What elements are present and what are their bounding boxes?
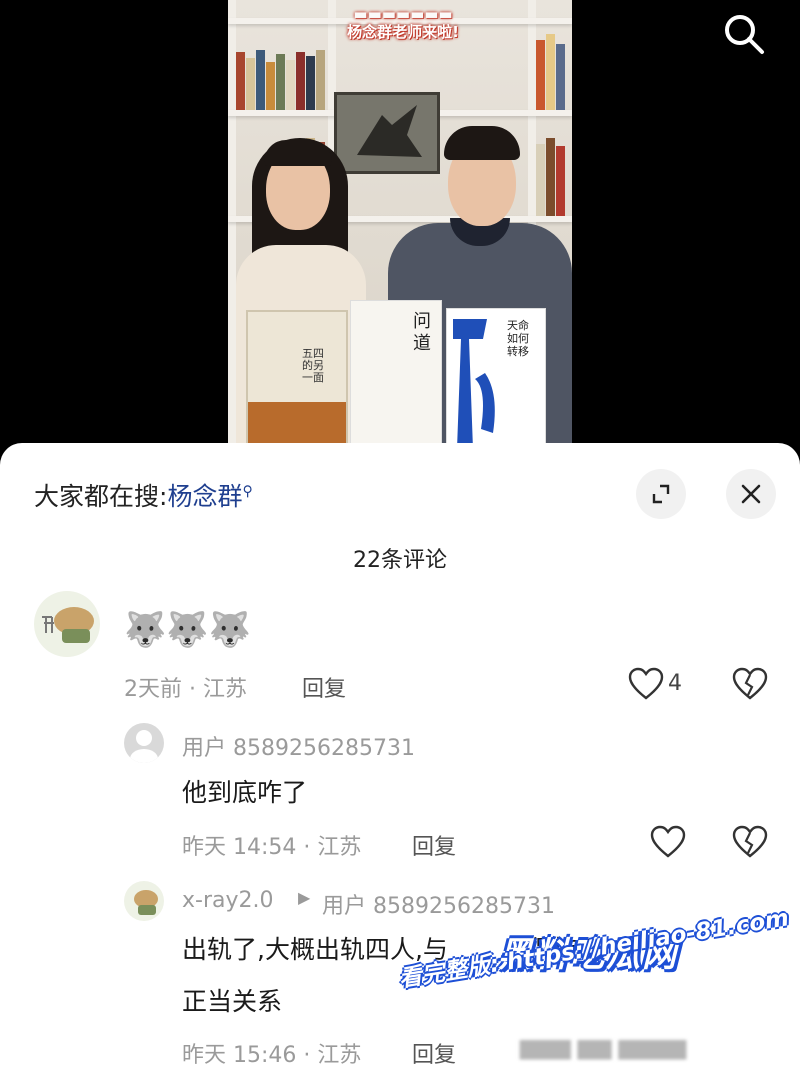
shelf-column <box>228 0 236 450</box>
avatar[interactable] <box>124 881 164 921</box>
hot-search-prefix: 大家都在搜: <box>34 482 168 511</box>
comment-time-location: 2天前 · 江苏 <box>124 677 247 702</box>
reply-to-username[interactable]: 用户 8589256285731 <box>322 888 555 920</box>
books-row <box>536 30 572 110</box>
reply-arrow-icon: ▶ <box>298 888 311 907</box>
reply-button[interactable]: 回复 <box>302 671 346 703</box>
search-icon[interactable] <box>718 8 768 58</box>
book-cover: 问道 <box>350 300 442 450</box>
reply-text-line2: 正当关系 <box>182 987 283 1016</box>
hot-search-keyword[interactable]: 杨念群 <box>167 482 242 511</box>
close-icon <box>741 484 761 504</box>
reply-username[interactable]: x-ray2.0 <box>182 888 274 913</box>
broken-heart-icon <box>732 667 768 700</box>
reply-button[interactable]: 回复 <box>412 829 456 861</box>
reply-button[interactable]: 回复 <box>412 1037 456 1069</box>
close-button[interactable] <box>726 469 776 519</box>
like-button[interactable] <box>628 667 664 705</box>
blurred-text: ▆▆▆ ▆▆ ▆▆▆▆ <box>520 1035 687 1060</box>
avatar[interactable] <box>124 723 164 763</box>
search-small-icon: ⚲ <box>242 483 253 500</box>
reply-time-location: 昨天 14:54 · 江苏 <box>182 835 362 860</box>
reply-text: 他到底咋了 <box>182 778 308 807</box>
book-cover: 五四的另一面 <box>246 310 348 450</box>
video-banner: ▬▬▬▬▬▬▬ 杨念群老师来啦! <box>347 5 459 41</box>
hot-search-link[interactable]: 大家都在搜:杨念群⚲ <box>34 477 253 513</box>
video-player[interactable]: ▬▬▬▬▬▬▬ 杨念群老师来啦! 五四的另一面 问道 天命如何转移 <box>0 0 800 460</box>
expand-icon <box>652 484 670 504</box>
comment-emojis: 🐺🐺🐺 <box>124 610 252 650</box>
default-user-icon <box>130 730 158 763</box>
books-row <box>236 46 328 110</box>
avatar[interactable] <box>34 591 100 657</box>
video-frame: ▬▬▬▬▬▬▬ 杨念群老师来啦! 五四的另一面 问道 天命如何转移 <box>228 0 572 450</box>
like-button[interactable] <box>650 825 686 863</box>
broken-heart-icon <box>732 825 768 858</box>
reply-time-location: 昨天 15:46 · 江苏 <box>182 1043 362 1068</box>
expand-button[interactable] <box>636 469 686 519</box>
heart-icon <box>650 825 686 858</box>
dislike-button[interactable] <box>732 825 768 863</box>
reply-username[interactable]: 用户 8589256285731 <box>182 730 415 762</box>
book-cover: 天命如何转移 <box>446 308 546 450</box>
comment-count: 22条评论 <box>353 548 447 573</box>
heart-icon <box>628 667 664 700</box>
dislike-button[interactable] <box>732 667 768 705</box>
like-count: 4 <box>668 671 682 696</box>
